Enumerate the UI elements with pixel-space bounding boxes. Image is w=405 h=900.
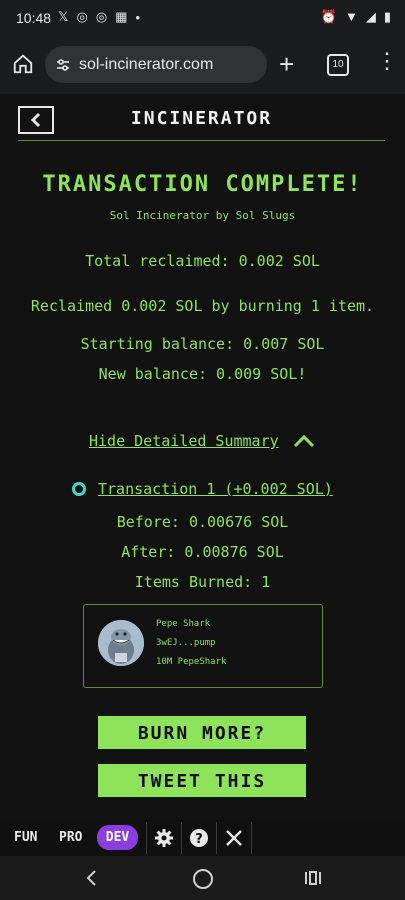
page-header: INCINERATOR (18, 104, 385, 141)
nav-home-icon[interactable] (193, 869, 213, 889)
new-tab-icon[interactable]: + (279, 51, 294, 77)
circle-c-icon: ◎ (95, 9, 108, 24)
divider (146, 822, 147, 854)
gear-icon[interactable] (154, 828, 174, 848)
divider (181, 822, 182, 854)
help-icon[interactable]: ? (189, 828, 209, 848)
hide-detailed-summary-toggle[interactable]: Hide Detailed Summary (89, 432, 315, 450)
x-logo-icon: 𝕏 (58, 9, 69, 24)
transaction-link[interactable]: Transaction 1 (+0.002 SOL) (72, 480, 333, 498)
burn-more-button[interactable]: BURN MORE? (98, 716, 306, 749)
address-bar[interactable]: sol-incinerator.com (45, 46, 267, 83)
chevron-up-icon (293, 434, 314, 448)
balance-before: Before: 0.00676 SOL (116, 513, 289, 531)
page-content: INCINERATOR TRANSACTION COMPLETE! Sol In… (0, 94, 405, 820)
page-title: INCINERATOR (130, 108, 273, 129)
x-logo-icon[interactable] (224, 828, 244, 848)
transaction-label: Transaction 1 (+0.002 SOL) (98, 480, 333, 498)
divider (216, 822, 217, 854)
browser-toolbar: sol-incinerator.com + 10 ⋮ (0, 36, 405, 94)
transaction-complete-heading: TRANSACTION COMPLETE! (42, 172, 363, 197)
divider (251, 822, 252, 854)
mode-fun[interactable]: FUN (14, 830, 37, 845)
svg-text:?: ? (195, 832, 203, 847)
summary-toggle-label: Hide Detailed Summary (89, 432, 279, 450)
item-amount: 10M PepeShark (156, 657, 227, 667)
mode-pro[interactable]: PRO (59, 830, 82, 845)
token-avatar (98, 620, 144, 666)
burned-item-card: Pepe Shark 3wEJ...pump 10M PepeShark (83, 604, 323, 688)
qr-icon: ▦ (115, 9, 128, 24)
battery-icon: ▮ (383, 9, 391, 24)
circle-c-icon: ◎ (76, 9, 88, 24)
system-icons: ⏰ ▼ ◢ ▮ (321, 9, 391, 25)
byline: Sol Incinerator by Sol Slugs (109, 209, 296, 222)
starting-balance: Starting balance: 0.007 SOL (80, 335, 325, 353)
items-burned: Items Burned: 1 (134, 573, 271, 591)
tab-switcher-button[interactable]: 10 (327, 54, 349, 76)
total-reclaimed: Total reclaimed: 0.002 SOL (85, 252, 320, 270)
pepe-shark-image (98, 620, 144, 666)
home-icon[interactable] (12, 53, 34, 75)
reclaimed-detail: Reclaimed 0.002 SOL by burning 1 item. (30, 297, 375, 315)
system-nav-bar (0, 856, 405, 900)
url-text: sol-incinerator.com (79, 55, 214, 73)
item-mint: 3wEJ...pump (156, 638, 216, 648)
dot-icon: • (135, 9, 141, 25)
new-balance: New balance: 0.009 SOL! (98, 365, 307, 383)
item-name: Pepe Shark (156, 619, 211, 629)
solana-icon (72, 482, 86, 496)
signal-icon: ◢ (365, 9, 376, 24)
nav-recents-icon[interactable] (304, 869, 322, 887)
wifi-icon: ▼ (344, 9, 358, 24)
alarm-icon: ⏰ (320, 9, 337, 24)
nav-back-icon[interactable] (82, 868, 102, 888)
status-time: 10:48 (16, 10, 52, 26)
balance-after: After: 0.00876 SOL (121, 543, 284, 561)
status-bar: 10:48 𝕏 ◎ ◎ ▦ • ⏰ ▼ ◢ ▮ (0, 0, 405, 36)
tweet-this-button[interactable]: TWEET THIS (98, 764, 306, 797)
more-menu-icon[interactable]: ⋮ (376, 50, 398, 74)
mode-bar: FUN PRO DEV ? (0, 820, 405, 856)
site-settings-icon[interactable] (55, 57, 71, 73)
notification-icons: 𝕏 ◎ ◎ ▦ • (58, 9, 140, 25)
mode-dev[interactable]: DEV (97, 825, 138, 850)
